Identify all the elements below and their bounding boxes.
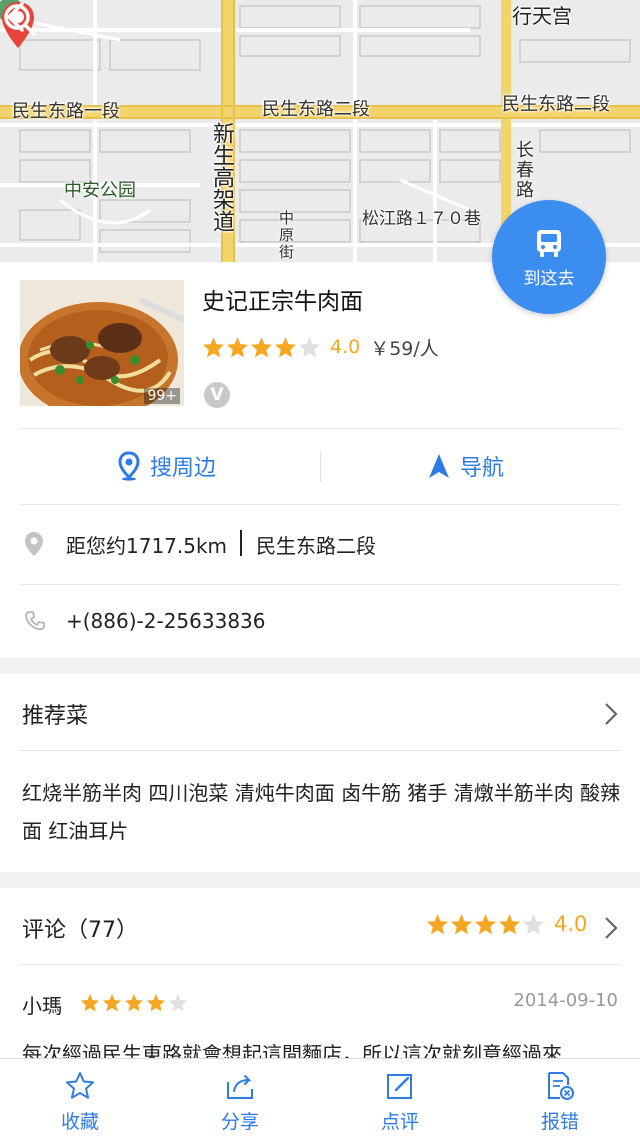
location-marker-icon [118,451,140,481]
favorite-label: 收藏 [60,1111,99,1133]
phone-icon [25,611,45,631]
map-label-road-east: 民生东路二段 [502,94,610,115]
star-icon [426,913,449,935]
star-icon [474,913,497,935]
map-label-zhongyuan: 中原街 [277,210,295,261]
star-icon [202,336,225,358]
map-label-songjiang: 松江路１７０巷 [362,209,481,229]
rating-row: 4.0 ￥59/人 [202,334,439,360]
chevron-right-icon[interactable] [604,702,618,726]
action-separator [320,452,321,482]
comments-rating-value: 4.0 [554,912,588,936]
map-label-changchun: 长春路 [513,140,534,200]
recommended-dishes-section[interactable]: 推荐菜 红烧半筋半肉 四川泡菜 清炖牛肉面 卤牛筋 猪手 清燉半筋半肉 酸辣面 … [0,674,640,872]
shop-info-card: 99+ 史记正宗牛肉面 4.0 ￥59/人 V 搜周边 导航 距您约1717.5… [0,262,640,658]
search-nearby-button[interactable]: 搜周边 [118,428,216,504]
address-row[interactable]: 距您约1717.5km 民生东路二段 [0,504,640,584]
recommended-title: 推荐菜 [22,704,89,729]
divider [20,964,620,965]
star-icon [250,336,273,358]
chevron-right-icon[interactable] [604,916,618,940]
star-icon [80,993,100,1012]
shop-photo[interactable]: 99+ [20,280,184,406]
navigate-label: 导航 [460,456,505,481]
share-button[interactable]: 分享 [200,1059,280,1139]
phone-row[interactable]: +(886)-2-25633836 [0,584,640,658]
address-separator [240,530,242,556]
comments-rating: 4.0 [426,912,587,936]
map-label-park: 中安公园 [64,180,136,201]
star-icon [274,336,297,358]
go-there-label: 到这去 [523,269,575,289]
favorite-button[interactable]: 收藏 [40,1059,120,1139]
star-icon [124,993,144,1012]
divider [20,750,620,751]
search-icon[interactable] [0,0,40,40]
edit-icon [387,1074,412,1099]
star-icon [102,993,122,1012]
write-review-button[interactable]: 点评 [360,1059,440,1139]
verified-badge: V [204,382,230,408]
search-nearby-label: 搜周边 [150,456,217,481]
star-icon [226,336,249,358]
go-there-button[interactable]: 到这去 [492,200,606,314]
review-stars [80,993,190,1012]
report-error-label: 报错 [540,1111,579,1133]
comments-rating-stars [426,913,546,935]
navigate-button[interactable]: 导航 [428,428,504,504]
comments-section[interactable]: 评论（77） 4.0 小瑪 2014-09-10 每次經過民生東路就會想起這間麵… [0,888,640,1068]
bus-icon [537,230,561,257]
map-label-expressway: 新生高架道 [209,122,234,232]
report-icon [548,1072,574,1100]
price-per-person: ￥59/人 [370,337,439,360]
write-review-label: 点评 [380,1111,419,1133]
navigation-arrow-icon [429,454,449,478]
star-icon [298,336,321,358]
rating-value: 4.0 [330,336,361,358]
review-date: 2014-09-10 [513,990,618,1011]
star-icon [450,913,473,935]
map-label-road-center: 民生东路二段 [262,99,370,120]
bottom-action-bar: 收藏 分享 点评 报错 [0,1058,640,1139]
map-label-road-west: 民生东路一段 [12,101,120,122]
rating-stars [202,336,322,358]
star-icon [498,913,521,935]
share-label: 分享 [220,1111,259,1133]
phone-number: +(886)-2-25633836 [66,609,266,633]
report-error-button[interactable]: 报错 [520,1059,600,1139]
star-icon [522,913,545,935]
comments-title: 评论（77） [22,918,138,943]
shop-name: 史记正宗牛肉面 [202,289,363,315]
map-label-metro: 行天宫 [512,4,572,28]
review-username: 小瑪 [22,994,62,1018]
street-text: 民生东路二段 [256,533,376,558]
address-pin-icon [25,532,43,556]
action-row: 搜周边 导航 [0,428,640,504]
recommended-dish-list: 红烧半筋半肉 四川泡菜 清炖牛肉面 卤牛筋 猪手 清燉半筋半肉 酸辣面 红油耳片 [22,781,621,843]
star-outline-icon [66,1072,94,1099]
distance-text: 距您约1717.5km [66,533,228,558]
shop-detail-screen: 行天宫 民生东路一段 民生东路二段 民生东路二段 新生高架道 长春路 中原街 中… [0,0,640,1139]
star-icon [146,993,166,1012]
share-icon [227,1075,253,1099]
star-icon [168,993,188,1012]
photo-count: 99+ [144,388,180,404]
